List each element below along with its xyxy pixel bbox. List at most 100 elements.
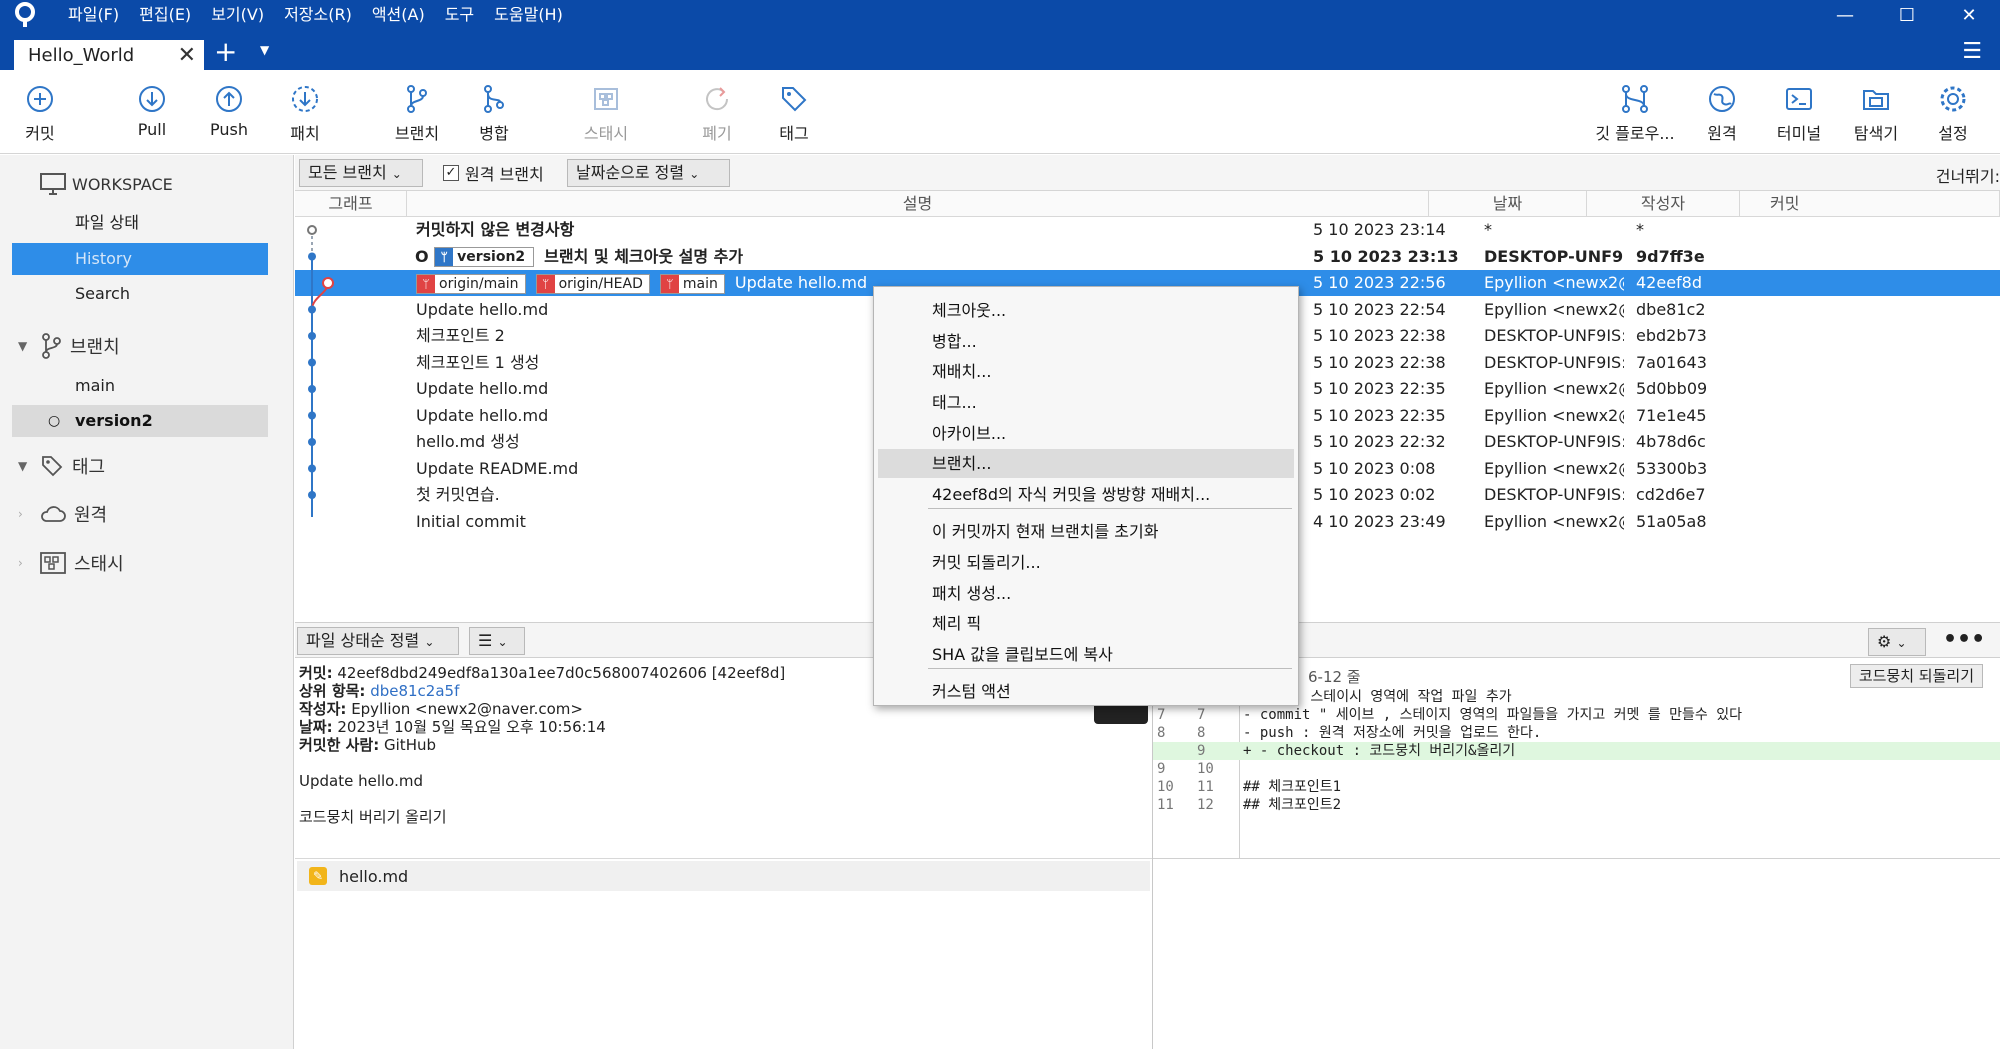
table-row[interactable]: O ᛘ version2 브랜치 및 체크아웃 설명 추가 5 10 2023 23:…	[295, 244, 2000, 270]
context-menu-item[interactable]: 패치 생성...	[878, 579, 1294, 608]
sidebar-section-branches[interactable]: ▼ 브랜치	[18, 333, 120, 359]
more-options-icon[interactable]: •••	[1943, 627, 1985, 652]
commit-author: Epyllion <newx2@	[1484, 405, 1624, 425]
stash-button[interactable]: 스태시	[570, 84, 642, 144]
graph-node[interactable]	[308, 252, 316, 261]
menu-tools[interactable]: 도구	[445, 0, 474, 30]
context-menu-item[interactable]: 체리 픽	[878, 609, 1294, 638]
tag-button[interactable]: 태그	[758, 84, 830, 144]
menu-help[interactable]: 도움말(H)	[494, 0, 563, 30]
merge-button[interactable]: 병합	[458, 84, 530, 144]
sidebar-section-tags[interactable]: ▼ 태그	[18, 453, 105, 479]
context-menu-item[interactable]: 체크아웃...	[878, 296, 1294, 325]
menu-edit[interactable]: 편집(E)	[139, 0, 191, 30]
diff-line[interactable]: 11 12 ## 체크포인트2	[1153, 796, 2000, 814]
context-menu-item[interactable]: 이 커밋까지 현재 브랜치를 초기화	[878, 517, 1294, 546]
column-date[interactable]: 날짜	[1429, 191, 1587, 217]
remote-branches-checkbox[interactable]: ✓ 원격 브랜치	[443, 161, 544, 185]
column-author[interactable]: 작성자	[1587, 191, 1740, 217]
branch-badge[interactable]: ᛘ origin/main	[416, 273, 526, 294]
commit-message: Update hello.md	[416, 405, 549, 425]
table-row[interactable]: 커밋하지 않은 변경사항 5 10 2023 23:14 * *	[295, 217, 2000, 243]
column-commit[interactable]: 커밋	[1740, 191, 2000, 217]
context-menu-item[interactable]: 병합...	[878, 327, 1294, 356]
commit-date: 5 10 2023 0:08	[1313, 458, 1436, 478]
branch-filter-dropdown[interactable]: 모든 브랜치 ⌄	[299, 159, 423, 187]
graph-node[interactable]	[308, 358, 316, 367]
diff-line[interactable]: 8 8 - push : 원격 저장소에 커밋을 업로드 한다.	[1153, 724, 2000, 742]
graph-node[interactable]	[308, 411, 316, 420]
menu-repository[interactable]: 저장소(R)	[284, 0, 352, 30]
commit-message: 브랜치 및 체크아웃 설명 추가	[544, 246, 744, 266]
graph-node[interactable]	[322, 277, 334, 289]
new-tab-icon[interactable]: +	[214, 37, 237, 67]
push-button[interactable]: Push	[193, 84, 265, 139]
context-menu-item[interactable]: 커밋 되돌리기...	[878, 548, 1294, 577]
menu-actions[interactable]: 액션(A)	[372, 0, 425, 30]
commit-author: Epyllion <newx2@	[1484, 273, 1624, 292]
hamburger-menu-icon[interactable]: ☰	[1962, 39, 1982, 64]
settings-button[interactable]: 설정	[1917, 84, 1989, 144]
file-sort-dropdown[interactable]: 파일 상태순 정렬 ⌄	[297, 627, 459, 655]
explorer-button[interactable]: 탐색기	[1840, 84, 1912, 144]
branch-badge[interactable]: ᛘ origin/HEAD	[535, 273, 650, 294]
revert-hunk-button[interactable]: 코드뭉치 되돌리기	[1849, 664, 1983, 688]
graph-node[interactable]	[308, 305, 316, 314]
sidebar-branch-version2[interactable]: ○ version2	[12, 405, 268, 437]
commit-author: DESKTOP-UNF9IS:	[1484, 352, 1624, 372]
diff-settings-dropdown[interactable]: ⚙ ⌄	[1868, 628, 1926, 656]
menu-file[interactable]: 파일(F)	[68, 0, 119, 30]
diff-line[interactable]: 9 10	[1153, 760, 2000, 778]
context-menu-item[interactable]: SHA 값을 클립보드에 복사	[878, 640, 1294, 669]
repo-tab[interactable]: Hello_World ✕	[14, 40, 204, 70]
sort-order-dropdown[interactable]: 날짜순으로 정렬 ⌄	[567, 159, 730, 187]
view-mode-dropdown[interactable]: ☰ ⌄	[469, 627, 525, 655]
diff-line[interactable]: 9 + - checkout : 코드뭉치 버리기&올리기	[1153, 742, 2000, 760]
context-menu-item[interactable]: 재배치...	[878, 357, 1294, 386]
context-menu-item[interactable]: 태그...	[878, 388, 1294, 417]
sidebar-item-file-status[interactable]: 파일 상태	[12, 207, 268, 239]
commit-description: O ᛘ version2 브랜치 및 체크아웃 설명 추가	[415, 244, 1425, 270]
pull-button[interactable]: Pull	[116, 84, 188, 139]
tab-dropdown-icon[interactable]: ▼	[260, 43, 269, 57]
commit-commit: *	[1636, 220, 1644, 239]
list-item[interactable]: ✎ hello.md	[297, 861, 1150, 891]
branch-badge[interactable]: ᛘ main	[659, 273, 725, 294]
sidebar-item-search[interactable]: Search	[12, 278, 268, 310]
branch-button[interactable]: 브랜치	[381, 84, 453, 144]
graph-node[interactable]	[308, 385, 316, 393]
graph-node[interactable]	[308, 438, 316, 446]
context-menu-item[interactable]: 브랜치...	[878, 449, 1294, 479]
graph-node[interactable]	[307, 225, 317, 235]
maximize-icon[interactable]: ☐	[1876, 0, 1938, 30]
sidebar-item-history[interactable]: History	[12, 243, 268, 275]
discard-button[interactable]: 폐기	[681, 84, 753, 144]
menu-view[interactable]: 보기(V)	[211, 0, 264, 30]
line-number: 8	[1157, 725, 1166, 741]
git-flow-button[interactable]: 깃 플로우...	[1590, 84, 1680, 144]
discard-icon	[706, 87, 729, 111]
commit-button[interactable]: 커밋	[4, 84, 76, 144]
remote-button[interactable]: 원격	[1686, 84, 1758, 144]
diff-line[interactable]: 7 7 - commit " 세이브 , 스테이지 영역의 파일들을 가지고 커멧 …	[1153, 706, 2000, 724]
graph-node[interactable]	[308, 491, 316, 499]
close-window-icon[interactable]: ✕	[1938, 0, 2000, 30]
context-menu-item[interactable]: 커스텀 액션	[878, 677, 1294, 706]
terminal-button[interactable]: 터미널	[1763, 84, 1835, 144]
minimize-icon[interactable]: —	[1814, 0, 1876, 30]
context-menu-item[interactable]: 42eef8d의 자식 커밋을 쌍방향 재배치...	[878, 480, 1294, 509]
parent-commit-link[interactable]: dbe81c2a5f	[370, 682, 459, 700]
sidebar-branch-main[interactable]: main	[12, 370, 268, 402]
column-graph[interactable]: 그래프	[295, 191, 407, 217]
patch-button[interactable]: 패치	[269, 84, 341, 144]
graph-node[interactable]	[308, 464, 316, 473]
close-tab-icon[interactable]: ✕	[178, 43, 196, 68]
column-description[interactable]: 설명	[407, 191, 1429, 217]
branch-icon: ᛘ	[660, 274, 679, 293]
sidebar-section-stashes[interactable]: › 스태시	[18, 550, 124, 576]
graph-node[interactable]	[308, 332, 316, 340]
diff-line[interactable]: 10 11 ## 체크포인트1	[1153, 778, 2000, 796]
sidebar-section-remotes[interactable]: › 원격	[18, 501, 107, 527]
branch-badge[interactable]: ᛘ version2	[434, 247, 535, 267]
context-menu-item[interactable]: 아카이브...	[878, 419, 1294, 448]
